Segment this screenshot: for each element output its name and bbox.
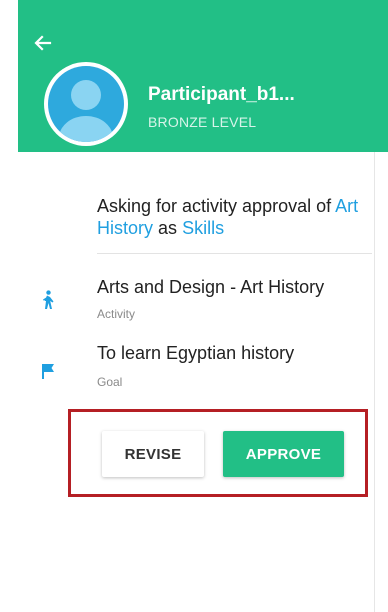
profile-header: Participant_b1... BRONZE LEVEL — [18, 0, 388, 152]
approve-button[interactable]: APPROVE — [223, 431, 344, 477]
approval-request-text: Asking for activity approval of Art Hist… — [97, 195, 367, 239]
goal-title: To learn Egyptian history — [97, 343, 295, 363]
divider — [97, 253, 372, 254]
request-prefix: Asking for activity approval of — [97, 196, 332, 216]
avatar[interactable] — [44, 62, 128, 146]
user-name: Participant_b1... — [148, 84, 295, 105]
category-link[interactable]: Skills — [182, 218, 224, 238]
revise-button[interactable]: REVISE — [102, 431, 204, 477]
request-joiner: as — [158, 218, 178, 238]
activity-title: Arts and Design - Art History — [97, 277, 325, 297]
activity-label: Activity — [97, 307, 136, 321]
arrow-left-icon[interactable] — [30, 30, 56, 56]
user-level: BRONZE LEVEL — [148, 114, 257, 130]
flag-icon — [40, 362, 58, 382]
user-avatar-icon — [48, 66, 124, 142]
goal-label: Goal — [97, 375, 123, 389]
panel-edge — [374, 152, 375, 612]
walking-person-icon — [39, 290, 57, 310]
approval-screen: Participant_b1... BRONZE LEVEL Asking fo… — [0, 0, 388, 612]
